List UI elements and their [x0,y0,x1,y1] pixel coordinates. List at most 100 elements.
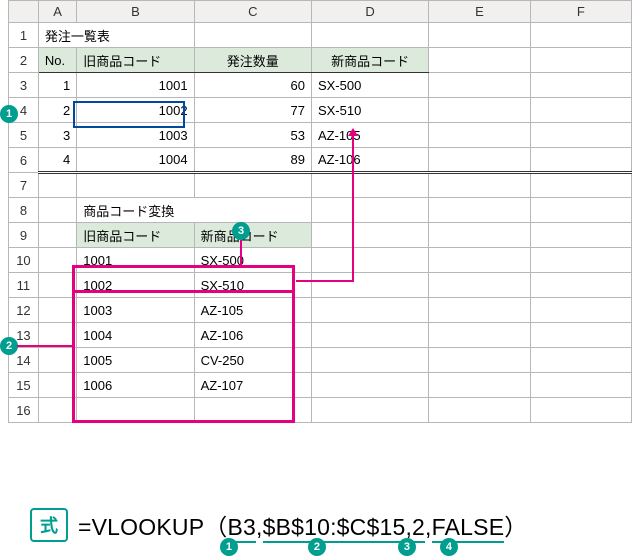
lookup-new[interactable]: AZ-106 [194,323,311,348]
cell[interactable] [311,348,428,373]
cell[interactable] [429,223,530,248]
lookup-old[interactable]: 1003 [77,298,194,323]
cell[interactable] [38,173,76,198]
cell[interactable] [38,273,76,298]
header-oldcode[interactable]: 旧商品コード [77,48,194,73]
row-header-15[interactable]: 15 [9,373,39,398]
cell[interactable] [429,48,530,73]
cell[interactable] [429,323,530,348]
column-header-c[interactable]: C [194,1,311,23]
cell[interactable] [429,348,530,373]
column-header-d[interactable]: D [311,1,428,23]
cell[interactable] [311,23,428,48]
header-newcode[interactable]: 新商品コード [311,48,428,73]
cell[interactable] [429,73,530,98]
cell[interactable] [429,23,530,48]
row-header-13[interactable]: 13 [9,323,39,348]
cell[interactable] [530,348,631,373]
cell-newcode[interactable]: SX-510 [311,98,428,123]
lookup-header-old[interactable]: 旧商品コード [77,223,194,248]
cell[interactable] [530,273,631,298]
select-all-corner[interactable] [9,1,39,23]
cell[interactable] [429,248,530,273]
row-header-10[interactable]: 10 [9,248,39,273]
cell[interactable] [530,398,631,423]
column-header-a[interactable]: A [38,1,76,23]
cell[interactable] [530,223,631,248]
cell[interactable] [311,373,428,398]
spreadsheet[interactable]: A B C D E F 1 発注一覧表 2 No. 旧商品コード 発注数量 新商… [8,0,632,423]
cell[interactable] [530,298,631,323]
cell-no[interactable]: 1 [38,73,76,98]
row-header-7[interactable]: 7 [9,173,39,198]
cell-no[interactable]: 4 [38,148,76,173]
cell[interactable] [530,173,631,198]
row-header-5[interactable]: 5 [9,123,39,148]
cell[interactable] [530,198,631,223]
header-qty[interactable]: 発注数量 [194,48,311,73]
cell[interactable] [429,273,530,298]
cell-oldcode[interactable]: 1004 [77,148,194,173]
title-cell[interactable]: 発注一覧表 [38,23,194,48]
cell[interactable] [194,23,311,48]
column-header-e[interactable]: E [429,1,530,23]
cell[interactable] [530,23,631,48]
cell-qty[interactable]: 89 [194,148,311,173]
cell-no[interactable]: 3 [38,123,76,148]
cell-oldcode[interactable]: 1002 [77,98,194,123]
row-header-12[interactable]: 12 [9,298,39,323]
cell[interactable] [311,173,428,198]
row-header-16[interactable]: 16 [9,398,39,423]
cell-qty[interactable]: 53 [194,123,311,148]
cell[interactable] [38,298,76,323]
row-header-11[interactable]: 11 [9,273,39,298]
cell[interactable] [530,248,631,273]
cell[interactable] [311,398,428,423]
lookup-old[interactable]: 1001 [77,248,194,273]
row-header-14[interactable]: 14 [9,348,39,373]
cell[interactable] [429,398,530,423]
header-no[interactable]: No. [38,48,76,73]
cell[interactable] [38,198,76,223]
lookup-new[interactable]: SX-510 [194,273,311,298]
row-header-9[interactable]: 9 [9,223,39,248]
spreadsheet-grid[interactable]: A B C D E F 1 発注一覧表 2 No. 旧商品コード 発注数量 新商… [8,0,632,423]
cell-qty[interactable]: 60 [194,73,311,98]
cell-qty[interactable]: 77 [194,98,311,123]
cell[interactable] [38,248,76,273]
row-header-2[interactable]: 2 [9,48,39,73]
row-header-4[interactable]: 4 [9,98,39,123]
cell-newcode[interactable]: AZ-105 [311,123,428,148]
lookup-new[interactable]: CV-250 [194,348,311,373]
lookup-old[interactable]: 1002 [77,273,194,298]
cell[interactable] [429,198,530,223]
cell[interactable] [38,323,76,348]
cell[interactable] [530,323,631,348]
cell[interactable] [429,373,530,398]
cell[interactable] [311,323,428,348]
lookup-new[interactable]: AZ-107 [194,373,311,398]
cell[interactable] [38,223,76,248]
cell[interactable] [311,223,428,248]
row-header-6[interactable]: 6 [9,148,39,173]
lookup-new[interactable]: SX-500 [194,248,311,273]
cell[interactable] [311,198,428,223]
row-header-1[interactable]: 1 [9,23,39,48]
cell[interactable] [530,373,631,398]
lookup-old[interactable]: 1005 [77,348,194,373]
cell-newcode[interactable]: AZ-106 [311,148,428,173]
cell[interactable] [194,398,311,423]
cell[interactable] [311,298,428,323]
column-header-f[interactable]: F [530,1,631,23]
cell[interactable] [194,173,311,198]
lookup-title[interactable]: 商品コード変換 [77,198,312,223]
cell[interactable] [429,173,530,198]
lookup-old[interactable]: 1006 [77,373,194,398]
cell[interactable] [311,273,428,298]
cell[interactable] [429,148,530,173]
cell[interactable] [530,123,631,148]
cell-newcode[interactable]: SX-500 [311,73,428,98]
row-header-3[interactable]: 3 [9,73,39,98]
cell[interactable] [311,248,428,273]
cell-no[interactable]: 2 [38,98,76,123]
